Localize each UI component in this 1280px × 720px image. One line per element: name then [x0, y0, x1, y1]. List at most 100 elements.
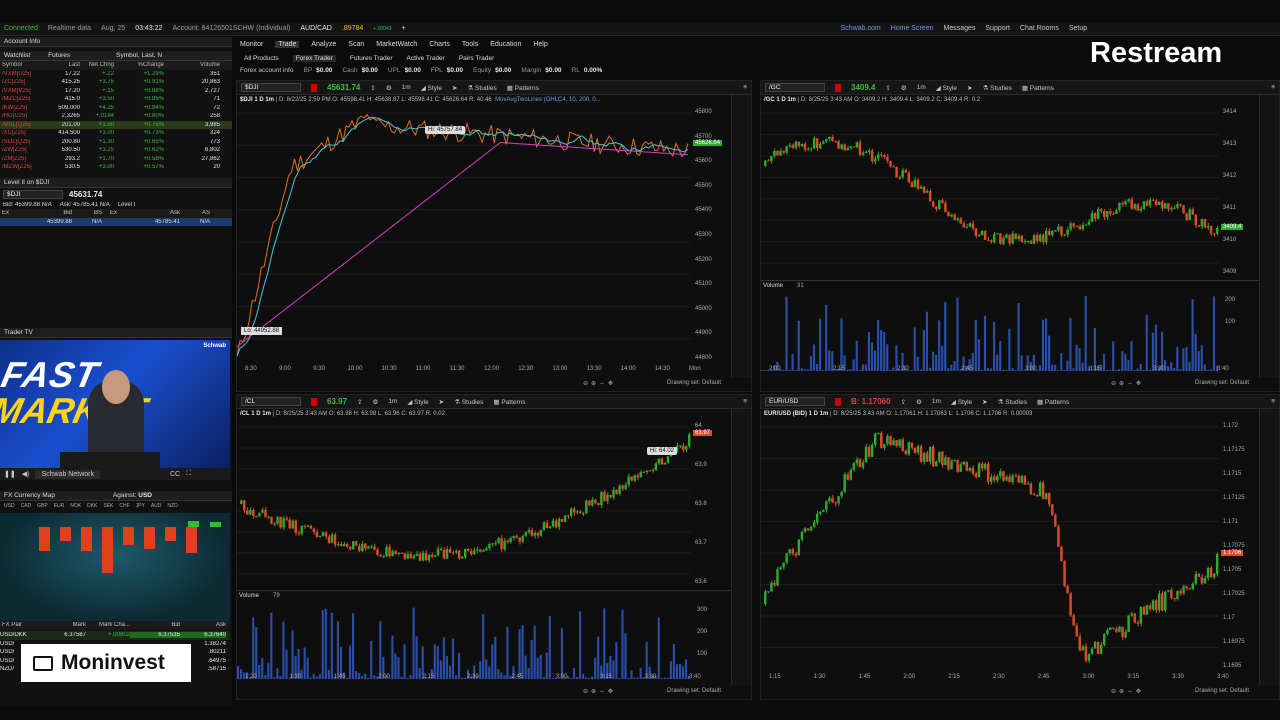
chart-canvas[interactable]	[761, 421, 1259, 683]
share-icon[interactable]: ⇪	[357, 398, 362, 406]
menu-trade[interactable]: Trade	[275, 40, 300, 48]
watchlist-row[interactable]: /KW[Z25] 509.000 +4.25 +0.84% 72	[0, 104, 232, 113]
link-support[interactable]: Support	[985, 25, 1010, 32]
menu-help[interactable]: Help	[533, 41, 547, 48]
studies-button[interactable]: ⚗ Studies	[998, 398, 1027, 406]
tab-forex-trader[interactable]: Forex Trader	[292, 54, 336, 62]
cursor-icon[interactable]: ➤	[439, 398, 444, 406]
level2-symbol-input[interactable]: $DJI	[3, 189, 63, 199]
interval-select[interactable]: 1m	[917, 84, 926, 91]
flag-icon[interactable]	[835, 83, 841, 92]
menu-scan[interactable]: Scan	[348, 41, 364, 48]
cursor-icon[interactable]: ➤	[452, 84, 457, 92]
menu-icon[interactable]: ≡	[743, 84, 747, 91]
fx-currency[interactable]: EUR	[54, 503, 65, 513]
watchlist-row[interactable]: /ZC[Z25] 415.25 +3.75 +0.91% 20,863	[0, 78, 232, 87]
watchlist-row[interactable]: /VXM[V25] 17.20 +.15 +0.88% 2,727	[0, 87, 232, 96]
drawing-set-select[interactable]: Drawing set: Default	[1195, 380, 1249, 386]
fx-currency[interactable]: GBP	[37, 503, 48, 513]
menu-charts[interactable]: Charts	[429, 41, 450, 48]
fx-strength-bar[interactable]	[188, 521, 199, 527]
studies-button[interactable]: ⚗ Studies	[983, 84, 1012, 92]
zoom-controls[interactable]: ⊖⊕⇔✥	[1111, 380, 1144, 387]
link-setup[interactable]: Setup	[1069, 25, 1087, 32]
tab-futures-trader[interactable]: Futures Trader	[350, 55, 393, 62]
menu-monitor[interactable]: Monitor	[240, 41, 263, 48]
chart-canvas[interactable]	[237, 421, 731, 683]
watchlist-row[interactable]: /MZC[Z25] 415.0 +3.50 +0.85% 71	[0, 95, 232, 104]
watchlist-row[interactable]: /VXM[U25] 17.22 +.22 +1.29% 351	[0, 70, 232, 79]
chart-side-strip[interactable]	[1259, 95, 1279, 377]
share-icon[interactable]: ⇪	[370, 84, 375, 92]
flag-icon[interactable]	[311, 83, 317, 92]
watchlist-row[interactable]: /SOL[Q25] 200.80 +1.30 +0.65% 773	[0, 138, 232, 147]
col-symbol[interactable]: Symbol	[0, 62, 52, 68]
chart-symbol-input[interactable]: EUR/USD	[765, 397, 825, 406]
zoom-controls[interactable]: ⊖⊕⇔✥	[1111, 688, 1144, 695]
chart-study[interactable]: MovAvgTwoLines (OHLC4, 10, 200, 0...	[495, 97, 601, 103]
style-button[interactable]: ◢ Style	[407, 398, 428, 406]
volume-icon[interactable]: ◀)	[22, 470, 30, 478]
drawing-set-select[interactable]: Drawing set: Default	[667, 688, 721, 694]
cc-icon[interactable]: CC	[170, 471, 180, 478]
chart-symbol-input[interactable]: /GC	[765, 83, 825, 92]
drawing-set-select[interactable]: Drawing set: Default	[1195, 688, 1249, 694]
fx-currency[interactable]: AUD	[151, 503, 162, 513]
gear-icon[interactable]: ⚙	[901, 84, 907, 92]
menu-marketwatch[interactable]: MarketWatch	[376, 41, 417, 48]
fx-strength-bar[interactable]	[186, 527, 197, 553]
chart-symbol-input[interactable]: $DJI	[241, 83, 301, 92]
tv-network-select[interactable]: Schwab Network	[35, 469, 100, 479]
patterns-button[interactable]: ▦ Patterns	[507, 84, 539, 92]
against-currency[interactable]: USD	[138, 492, 152, 499]
fx-strength-bar[interactable]	[123, 527, 134, 545]
zoom-controls[interactable]: ⊖⊕⇔✥	[583, 688, 616, 695]
quick-pair[interactable]: AUD/CAD	[300, 25, 332, 32]
link-home-screen[interactable]: Home Screen	[891, 25, 934, 32]
menu-icon[interactable]: ≡	[743, 398, 747, 405]
fx-row[interactable]: USD/DKK 6.37587 +.00802 6.37535 6.37640	[0, 631, 230, 640]
studies-button[interactable]: ⚗ Studies	[467, 84, 496, 92]
patterns-button[interactable]: ▦ Patterns	[1037, 398, 1069, 406]
fx-strength-bar[interactable]	[60, 527, 71, 541]
watchlist-row[interactable]: /HG[U25] 2.3265 +.0184 +0.80% 258	[0, 112, 232, 121]
fx-strength-bar[interactable]	[165, 527, 176, 541]
account-label[interactable]: Account: 84126501SCHW (Individual)	[172, 25, 290, 32]
gear-icon[interactable]: ⚙	[372, 398, 378, 406]
flag-icon[interactable]	[311, 397, 317, 406]
fx-currency[interactable]: CHF	[119, 503, 129, 513]
fx-strength-bar[interactable]	[81, 527, 92, 551]
cursor-icon[interactable]: ➤	[967, 84, 972, 92]
interval-select[interactable]: 1m	[402, 84, 411, 91]
watchlist-row[interactable]: /ZM[Z25] 293.2 +1.70 +0.58% 27,862	[0, 155, 232, 164]
link-chat-rooms[interactable]: Chat Rooms	[1020, 25, 1059, 32]
fx-currency[interactable]: CAD	[21, 503, 32, 513]
chart-canvas[interactable]	[761, 107, 1259, 375]
chart-side-strip[interactable]	[731, 409, 751, 685]
account-info-header[interactable]: Account Info	[0, 37, 232, 47]
tab-all-products[interactable]: All Products	[244, 55, 279, 62]
watchlist-row[interactable]: /ZW[Z25] 530.50 +3.25 +0.62% 6,802	[0, 146, 232, 155]
chart-side-strip[interactable]	[1259, 409, 1279, 685]
watchlist-row[interactable]: /XC[Z25] 414.500 +3.00 +0.73% 324	[0, 129, 232, 138]
fx-currency[interactable]: NZD	[167, 503, 177, 513]
chart-symbol-input[interactable]: /CL	[241, 397, 301, 406]
share-icon[interactable]: ⇪	[901, 398, 906, 406]
fx-strength-bar[interactable]	[210, 522, 221, 527]
interval-select[interactable]: 1m	[388, 398, 397, 405]
chart-canvas[interactable]	[237, 107, 731, 375]
menu-tools[interactable]: Tools	[462, 41, 478, 48]
drawing-set-select[interactable]: Drawing set: Default	[667, 380, 721, 386]
fx-currency[interactable]: USD	[4, 503, 15, 513]
pause-icon[interactable]: ❚❚	[4, 470, 16, 478]
menu-icon[interactable]: ≡	[1271, 398, 1275, 405]
menu-analyze[interactable]: Analyze	[311, 41, 336, 48]
fullscreen-icon[interactable]: ⛶	[186, 470, 191, 478]
studies-button[interactable]: ⚗ Studies	[454, 398, 483, 406]
gear-icon[interactable]: ⚙	[386, 84, 392, 92]
fx-currency[interactable]: DKK	[87, 503, 97, 513]
symbol-lookup[interactable]: Symbol, Last, N	[116, 52, 162, 59]
zoom-controls[interactable]: ⊖⊕⇔✥	[583, 380, 616, 387]
patterns-button[interactable]: ▦ Patterns	[493, 398, 525, 406]
col-last[interactable]: Last	[52, 62, 80, 68]
